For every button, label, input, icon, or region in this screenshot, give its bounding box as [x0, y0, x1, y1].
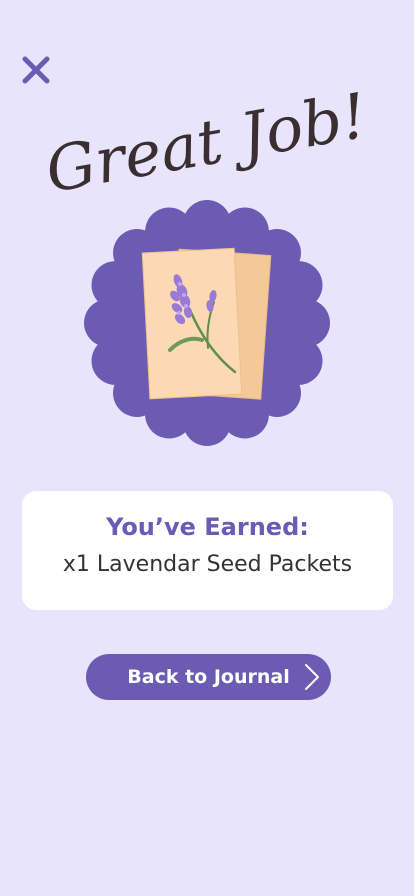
close-icon	[22, 56, 50, 84]
close-button[interactable]	[18, 52, 54, 88]
back-to-journal-button[interactable]: Back to Journal	[86, 654, 331, 700]
lavender-seed-packet-icon	[84, 200, 330, 446]
back-to-journal-label: Back to Journal	[127, 666, 290, 688]
reward-badge	[82, 198, 332, 448]
reward-heading: You’ve Earned:	[106, 513, 309, 541]
reward-item-text: x1 Lavendar Seed Packets	[62, 552, 353, 577]
reward-card: You’ve Earned: x1 Lavendar Seed Packets	[22, 491, 393, 610]
page-title-text: Great Job!	[40, 92, 372, 207]
chevron-right-icon	[305, 664, 319, 690]
